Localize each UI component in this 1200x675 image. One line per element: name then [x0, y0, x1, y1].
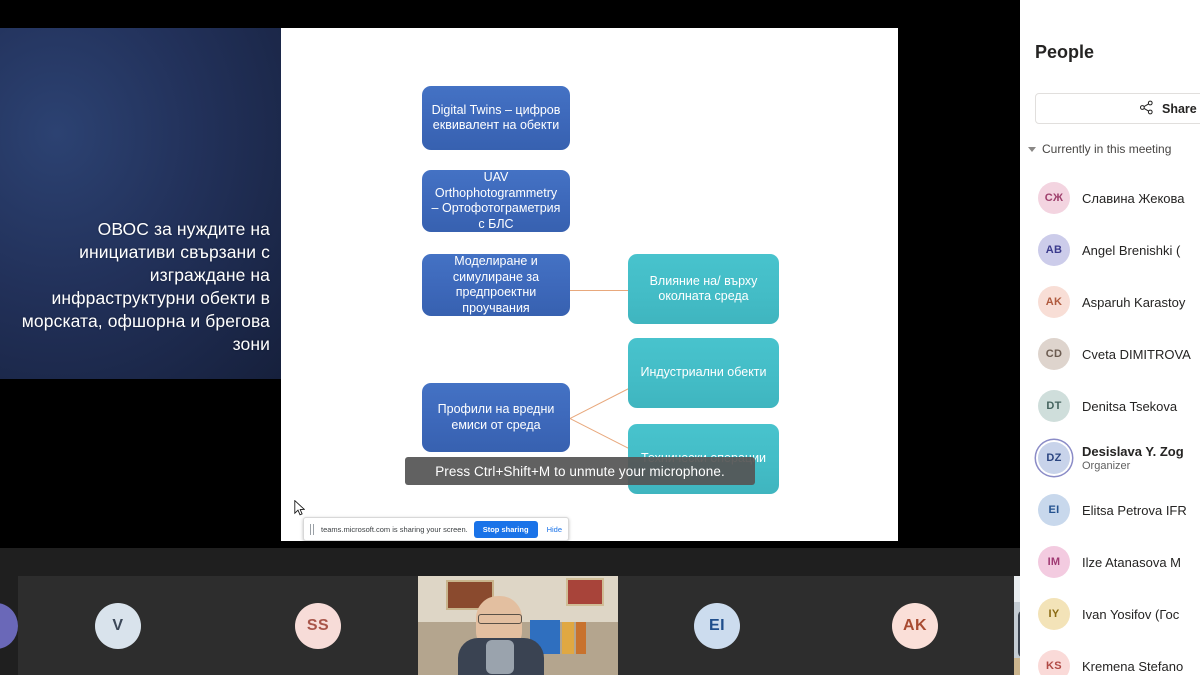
screen-sharing-bar[interactable]: teams.microsoft.com is sharing your scre…	[303, 517, 569, 541]
list-item[interactable]: CD Cveta DIMITROVA	[1020, 328, 1200, 380]
avatar: KS	[1038, 650, 1070, 675]
slide-top-filler	[281, 0, 898, 28]
sharing-message: teams.microsoft.com is sharing your scre…	[321, 524, 468, 534]
participant-name: Cveta DIMITROVA	[1082, 346, 1191, 362]
slide-bottom-filler	[281, 541, 898, 548]
share-button-label: Share	[1162, 101, 1197, 116]
avatar: SS	[295, 602, 341, 649]
avatar	[0, 602, 18, 649]
section-label: Currently in this meeting	[1042, 142, 1172, 156]
list-item[interactable]: IY Ivan Yosifov (Гос	[1020, 588, 1200, 640]
filmstrip-tile-avatar[interactable]: EI	[618, 576, 816, 675]
participant-name: Asparuh Karastoy	[1082, 294, 1186, 310]
mouse-cursor-icon	[294, 500, 305, 516]
participant-list[interactable]: СЖ Славина Жекова AB Angel Brenishki ( AK Asp…	[1020, 172, 1200, 675]
participant-name: Ilze Atanasova M	[1082, 554, 1181, 570]
list-item[interactable]: EI Elitsa Petrova IFR	[1020, 484, 1200, 536]
connector-emissions-to-operations	[569, 418, 636, 453]
participant-name: Desislava Y. Zog	[1082, 444, 1184, 459]
meeting-window: ОВОС за нуждите на инициативи свързани с…	[0, 0, 1200, 675]
diagram-box-environmental-impact: Влияние на/ върху околната среда	[628, 254, 779, 324]
avatar: IY	[1038, 598, 1070, 630]
filmstrip-tile-avatar[interactable]: AK	[816, 576, 1014, 675]
slide-right-filler	[898, 0, 1020, 548]
slide-title: ОВОС за нуждите на инициативи свързани с…	[21, 219, 270, 355]
list-item[interactable]: IM Ilze Atanasova M	[1020, 536, 1200, 588]
diagram-box-modeling-simulation: Моделиране и симулиране за предпроектни …	[422, 254, 570, 316]
hide-sharing-bar-button[interactable]: Hide	[544, 525, 565, 534]
chevron-down-icon[interactable]	[1028, 146, 1036, 152]
participant-role: Organizer	[1082, 460, 1131, 472]
filmstrip-tile-video[interactable]	[418, 576, 618, 675]
participant-name: Kremena Stefano	[1082, 658, 1184, 674]
participant-name: Elitsa Petrova IFR	[1082, 502, 1187, 518]
filmstrip-tile-avatar[interactable]: V	[18, 576, 218, 675]
avatar: AK	[1038, 286, 1070, 318]
avatar: EI	[694, 602, 740, 649]
participant-filmstrip[interactable]: V SS EI AK	[0, 576, 1020, 675]
unmute-hint-toast: Press Ctrl+Shift+M to unmute your microp…	[405, 457, 755, 485]
avatar: СЖ	[1038, 182, 1070, 214]
participant-name: Denitsa Tsekova	[1082, 398, 1178, 414]
avatar: EI	[1038, 494, 1070, 526]
video-feed	[418, 576, 618, 675]
avatar: DT	[1038, 390, 1070, 422]
share-invite-button[interactable]: Share	[1035, 93, 1200, 124]
diagram-box-emission-profiles: Профили на вредни емиси от среда	[422, 383, 570, 452]
avatar: DZ	[1038, 442, 1070, 474]
avatar: IM	[1038, 546, 1070, 578]
participant-name: Славина Жекова	[1082, 190, 1185, 206]
filmstrip-tile-avatar[interactable]: SS	[218, 576, 418, 675]
connector-emissions-to-industrial	[569, 384, 636, 420]
diagram-box-uav-orthophotogrammetry: UAV Orthophotogrammetry – Ортофотограмет…	[422, 170, 570, 232]
section-header-current-meeting[interactable]: Currently in this meeting	[1028, 142, 1171, 156]
page-title: People	[1035, 42, 1095, 62]
avatar: V	[95, 602, 141, 649]
avatar: AK	[892, 602, 938, 649]
list-item[interactable]: DT Denitsa Tsekova	[1020, 380, 1200, 432]
diagram-box-industrial-objects: Индустриални обекти	[628, 338, 779, 408]
participant-name: Angel Brenishki (	[1082, 242, 1181, 258]
slide-panel-lower-fill	[0, 379, 281, 548]
share-icon	[1139, 100, 1154, 118]
people-panel: People Share Currently in this meeting С…	[1020, 0, 1200, 675]
list-item[interactable]: AK Asparuh Karastoy	[1020, 276, 1200, 328]
connector-modeling-to-impact	[570, 290, 634, 292]
drag-handle-icon[interactable]	[309, 523, 315, 535]
list-item[interactable]: AB Angel Brenishki (	[1020, 224, 1200, 276]
slide-title-panel: ОВОС за нуждите на инициативи свързани с…	[0, 28, 281, 379]
shared-screen-stage[interactable]: ОВОС за нуждите на инициативи свързани с…	[0, 0, 1020, 548]
stop-sharing-button[interactable]: Stop sharing	[473, 520, 538, 538]
list-item[interactable]: СЖ Славина Жекова	[1020, 172, 1200, 224]
unmute-hint-text: Press Ctrl+Shift+M to unmute your microp…	[435, 463, 725, 479]
list-item[interactable]: KS Kremena Stefano	[1020, 640, 1200, 675]
participant-name: Ivan Yosifov (Гос	[1082, 606, 1180, 622]
list-item[interactable]: DZ Desislava Y. Zog Organizer	[1020, 432, 1200, 484]
diagram-box-digital-twins: Digital Twins – цифров еквивалент на обе…	[422, 86, 570, 150]
avatar: CD	[1038, 338, 1070, 370]
avatar: AB	[1038, 234, 1070, 266]
filmstrip-tile-avatar[interactable]	[0, 576, 18, 675]
